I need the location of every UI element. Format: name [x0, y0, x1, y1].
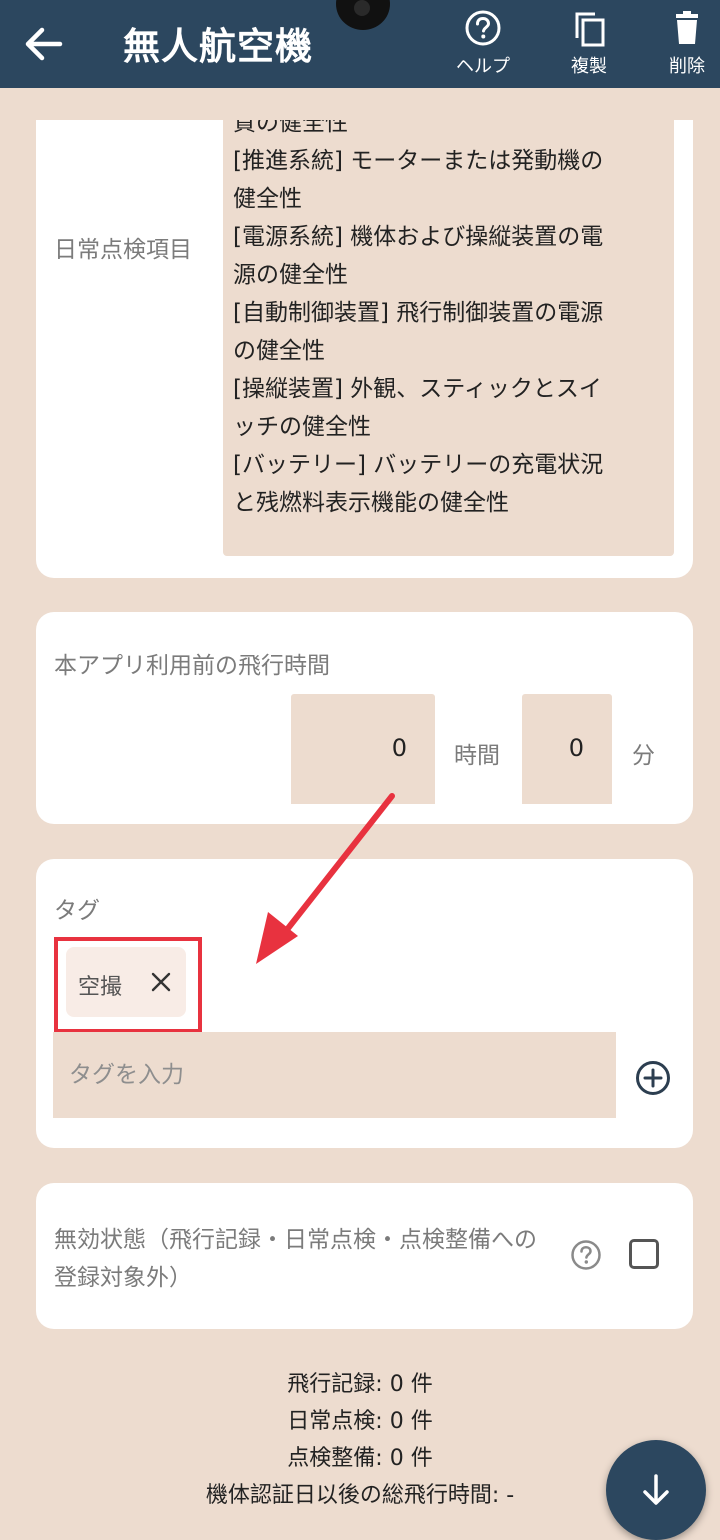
- minutes-input[interactable]: 0: [522, 694, 612, 804]
- page-title: 無人航空機: [123, 25, 313, 68]
- camera-cutout: [336, 0, 390, 30]
- disabled-state-label: 無効状態（飛行記録・日常点検・点検整備への登録対象外）: [54, 1227, 537, 1291]
- inspection-line: [バッテリー] バッテリーの充電状況: [233, 452, 604, 478]
- minutes-value: 0: [568, 734, 584, 762]
- inspection-line: [推進系統] モーターまたは発動機の: [233, 148, 604, 174]
- minutes-unit: 分: [632, 743, 655, 769]
- inspection-items-textarea[interactable]: 質の健全性 [推進系統] モーターまたは発動機の 健全性 [電源系統] 機体およ…: [223, 120, 674, 556]
- inspection-line: [電源系統] 機体および操縦装置の電: [233, 224, 604, 250]
- delete-label: 削除: [669, 56, 705, 77]
- inspection-line: [操縦装置] 外観、スティックとスイ: [233, 376, 602, 402]
- tags-card: タグ 空撮: [36, 859, 693, 1148]
- inspection-line: ッチの健全性: [233, 414, 371, 440]
- tag-chip-label: 空撮: [78, 975, 123, 1000]
- back-button[interactable]: [22, 22, 66, 66]
- delete-button[interactable]: 削除: [648, 8, 720, 80]
- duplicate-button[interactable]: 複製: [550, 8, 628, 80]
- tags-label: タグ: [54, 898, 100, 924]
- arrow-down-icon: [643, 1474, 669, 1505]
- inspection-line: 質の健全性: [233, 120, 348, 136]
- flight-records-count: 飛行記録: 0 件: [287, 1372, 433, 1397]
- duplicate-label: 複製: [571, 56, 607, 77]
- inspection-line: 源の健全性: [233, 262, 348, 288]
- inspection-line: と残燃料表示機能の健全性: [233, 490, 509, 516]
- inspection-items-label: 日常点検項目: [54, 237, 192, 263]
- arrow-left-icon: [25, 27, 63, 61]
- hours-input[interactable]: 0: [291, 694, 435, 804]
- help-button[interactable]: ヘルプ: [444, 8, 522, 80]
- trash-icon: [676, 11, 698, 44]
- inspection-items-card: 日常点検項目 質の健全性 [推進系統] モーターまたは発動機の 健全性 [電源系…: [36, 120, 693, 578]
- copy-icon: [575, 12, 605, 47]
- help-icon[interactable]: [570, 1239, 602, 1271]
- disabled-state-card: 無効状態（飛行記録・日常点検・点検整備への登録対象外）: [36, 1183, 693, 1329]
- hours-value: 0: [391, 734, 407, 762]
- hours-unit: 時間: [454, 743, 500, 769]
- prior-flight-time-card: 本アプリ利用前の飛行時間 0 時間 0 分: [36, 612, 693, 824]
- tag-input[interactable]: [53, 1032, 616, 1118]
- scroll-down-button[interactable]: [606, 1440, 706, 1540]
- tag-chip[interactable]: 空撮: [66, 947, 186, 1017]
- daily-inspections-count: 日常点検: 0 件: [287, 1409, 433, 1434]
- help-icon: [465, 10, 501, 46]
- close-icon[interactable]: [150, 971, 172, 993]
- prior-flight-time-label: 本アプリ利用前の飛行時間: [54, 653, 330, 679]
- inspection-line: 健全性: [233, 186, 302, 212]
- disabled-state-checkbox[interactable]: [629, 1239, 659, 1269]
- inspection-line: の健全性: [233, 338, 325, 364]
- inspection-line: [自動制御装置] 飛行制御装置の電源: [233, 300, 604, 326]
- add-circle-icon[interactable]: [634, 1059, 672, 1097]
- app-bar: 無人航空機 ヘルプ 複製 削除: [0, 0, 720, 88]
- help-label: ヘルプ: [456, 56, 510, 77]
